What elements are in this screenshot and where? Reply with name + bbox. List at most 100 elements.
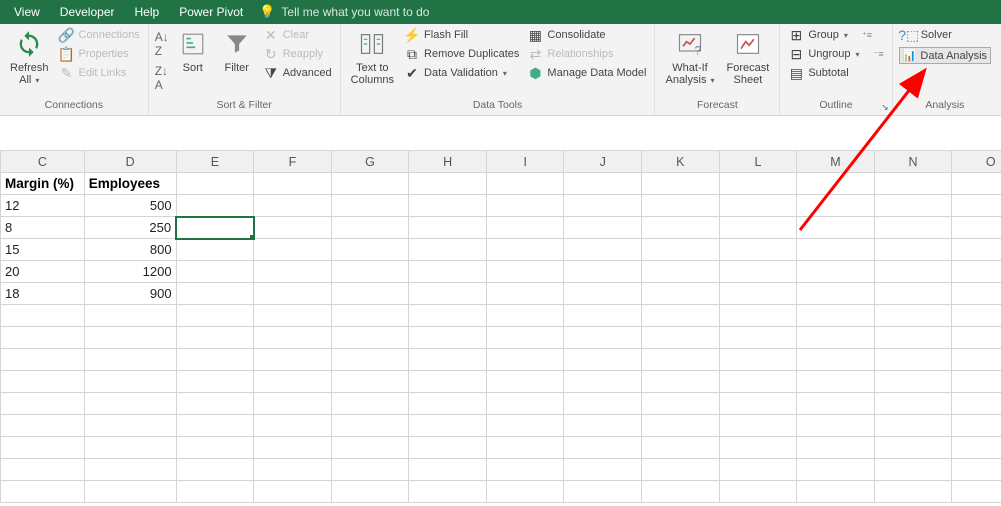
relationships-icon: ⇄: [527, 46, 543, 62]
ungroup-button[interactable]: ⊟Ungroup ▾ ⁻≡: [786, 45, 885, 63]
group-outline: ⊞Group ▾ ⁺≡ ⊟Ungroup ▾ ⁻≡ ▤Subtotal Outl…: [780, 24, 892, 115]
edit-links-icon: ✎: [59, 65, 75, 81]
menu-powerpivot[interactable]: Power Pivot: [169, 5, 253, 19]
sort-asc-icon[interactable]: A↓Z: [155, 30, 169, 58]
clear-button[interactable]: ✕Clear: [261, 26, 334, 44]
filter-button[interactable]: Filter: [217, 26, 257, 76]
table-row[interactable]: 15 800: [1, 239, 1001, 261]
ungroup-icon: ⊟: [788, 46, 804, 62]
edit-links-button[interactable]: ✎Edit Links: [57, 64, 142, 82]
remove-duplicates-button[interactable]: ⧉Remove Duplicates: [402, 45, 521, 63]
group-label: Sort & Filter: [155, 99, 334, 115]
subtotal-icon: ▤: [788, 65, 804, 81]
group-data-tools: Text toColumns ⚡Flash Fill ⧉Remove Dupli…: [341, 24, 656, 115]
svg-text:?: ?: [695, 45, 702, 58]
table-row[interactable]: 18 900: [1, 283, 1001, 305]
group-label: Analysis: [899, 99, 991, 115]
sort-desc-icon[interactable]: Z↓A: [155, 64, 169, 92]
lightbulb-icon: 💡: [259, 4, 275, 20]
menu-developer[interactable]: Developer: [50, 5, 125, 19]
table-row[interactable]: 8 250: [1, 217, 1001, 239]
col-header[interactable]: L: [719, 151, 797, 173]
cell[interactable]: 250: [84, 217, 176, 239]
solver-icon: ?⬚: [901, 27, 917, 43]
col-header[interactable]: K: [642, 151, 720, 173]
spreadsheet-grid[interactable]: C D E F G H I J K L M N O Margin (%) Emp…: [0, 150, 1001, 503]
what-if-analysis-button[interactable]: ? What-IfAnalysis ▾: [661, 26, 718, 88]
flash-fill-button[interactable]: ⚡Flash Fill: [402, 26, 521, 44]
forecast-sheet-icon: [732, 28, 764, 60]
group-forecast: ? What-IfAnalysis ▾ ForecastSheet Foreca…: [655, 24, 780, 115]
selected-cell[interactable]: [176, 217, 254, 239]
group-label: Data Tools: [347, 99, 649, 115]
consolidate-button[interactable]: ▦Consolidate: [525, 26, 648, 44]
cell[interactable]: 12: [1, 195, 85, 217]
manage-data-model-button[interactable]: ⬢Manage Data Model: [525, 64, 648, 82]
cell[interactable]: 15: [1, 239, 85, 261]
cell[interactable]: 8: [1, 217, 85, 239]
col-header[interactable]: E: [176, 151, 254, 173]
advanced-icon: ⧩: [263, 65, 279, 81]
menu-view[interactable]: View: [4, 5, 50, 19]
sort-button[interactable]: Sort: [173, 26, 213, 76]
reapply-icon: ↻: [263, 46, 279, 62]
clear-icon: ✕: [263, 27, 279, 43]
advanced-button[interactable]: ⧩Advanced: [261, 64, 334, 82]
reapply-button[interactable]: ↻Reapply: [261, 45, 334, 63]
group-label: Forecast: [661, 99, 773, 115]
data-validation-icon: ✔: [404, 65, 420, 81]
data-validation-button[interactable]: ✔Data Validation ▾: [402, 64, 521, 82]
group-analysis: ?⬚Solver 📊Data Analysis Analysis: [893, 24, 997, 115]
col-header[interactable]: I: [486, 151, 564, 173]
relationships-button[interactable]: ⇄Relationships: [525, 45, 648, 63]
data-analysis-button[interactable]: 📊Data Analysis: [899, 47, 991, 64]
tell-me-search[interactable]: Tell me what you want to do: [281, 5, 429, 19]
col-header[interactable]: J: [564, 151, 642, 173]
group-icon: ⊞: [788, 27, 804, 43]
cell[interactable]: 900: [84, 283, 176, 305]
ribbon: RefreshAll ▾ 🔗Connections 📋Properties ✎E…: [0, 24, 1001, 116]
forecast-sheet-button[interactable]: ForecastSheet: [723, 26, 774, 88]
connections-icon: 🔗: [59, 27, 75, 43]
column-header-row[interactable]: C D E F G H I J K L M N O: [1, 151, 1001, 173]
cell[interactable]: Employees: [84, 173, 176, 195]
refresh-icon: [13, 28, 45, 60]
subtotal-button[interactable]: ▤Subtotal: [786, 64, 885, 82]
col-header[interactable]: N: [874, 151, 952, 173]
col-header[interactable]: G: [331, 151, 409, 173]
col-header[interactable]: H: [409, 151, 487, 173]
cell[interactable]: 1200: [84, 261, 176, 283]
cell[interactable]: 20: [1, 261, 85, 283]
dialog-launcher-icon[interactable]: ↘: [881, 102, 889, 113]
data-analysis-icon: 📊: [903, 49, 917, 62]
group-label: Outline: [786, 99, 885, 115]
menu-bar: View Developer Help Power Pivot 💡 Tell m…: [0, 0, 1001, 24]
properties-button[interactable]: 📋Properties: [57, 45, 142, 63]
col-header[interactable]: F: [254, 151, 332, 173]
group-label: Connections: [6, 99, 142, 115]
menu-help[interactable]: Help: [125, 5, 170, 19]
sort-icon: [177, 28, 209, 60]
connections-button[interactable]: 🔗Connections: [57, 26, 142, 44]
group-sort-filter: A↓Z Z↓A Sort Filter ✕Clear ↻Reapply ⧩Adv…: [149, 24, 341, 115]
consolidate-icon: ▦: [527, 27, 543, 43]
table-row[interactable]: 12 500: [1, 195, 1001, 217]
text-to-columns-button[interactable]: Text toColumns: [347, 26, 398, 88]
filter-icon: [221, 28, 253, 60]
solver-button[interactable]: ?⬚Solver: [899, 26, 991, 44]
table-row[interactable]: Margin (%) Employees: [1, 173, 1001, 195]
flash-fill-icon: ⚡: [404, 27, 420, 43]
cell[interactable]: 18: [1, 283, 85, 305]
table-row[interactable]: 20 1200: [1, 261, 1001, 283]
col-header[interactable]: O: [952, 151, 1001, 173]
col-header[interactable]: C: [1, 151, 85, 173]
cell[interactable]: 500: [84, 195, 176, 217]
refresh-all-button[interactable]: RefreshAll ▾: [6, 26, 53, 88]
cell[interactable]: Margin (%): [1, 173, 85, 195]
col-header[interactable]: D: [84, 151, 176, 173]
manage-data-model-icon: ⬢: [527, 65, 543, 81]
group-button[interactable]: ⊞Group ▾ ⁺≡: [786, 26, 885, 44]
remove-duplicates-icon: ⧉: [404, 46, 420, 62]
col-header[interactable]: M: [797, 151, 875, 173]
cell[interactable]: 800: [84, 239, 176, 261]
